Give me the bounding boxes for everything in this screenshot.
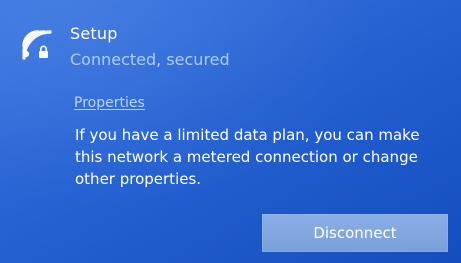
disconnect-button[interactable]: Disconnect <box>262 214 448 252</box>
metered-connection-description: If you have a limited data plan, you can… <box>75 126 420 188</box>
wifi-secured-icon <box>22 30 52 60</box>
network-name: Setup <box>70 24 118 43</box>
properties-link[interactable]: Properties <box>74 95 145 111</box>
network-status: Connected, secured <box>70 50 230 69</box>
network-flyout-panel: Setup Connected, secured Properties If y… <box>0 0 461 263</box>
